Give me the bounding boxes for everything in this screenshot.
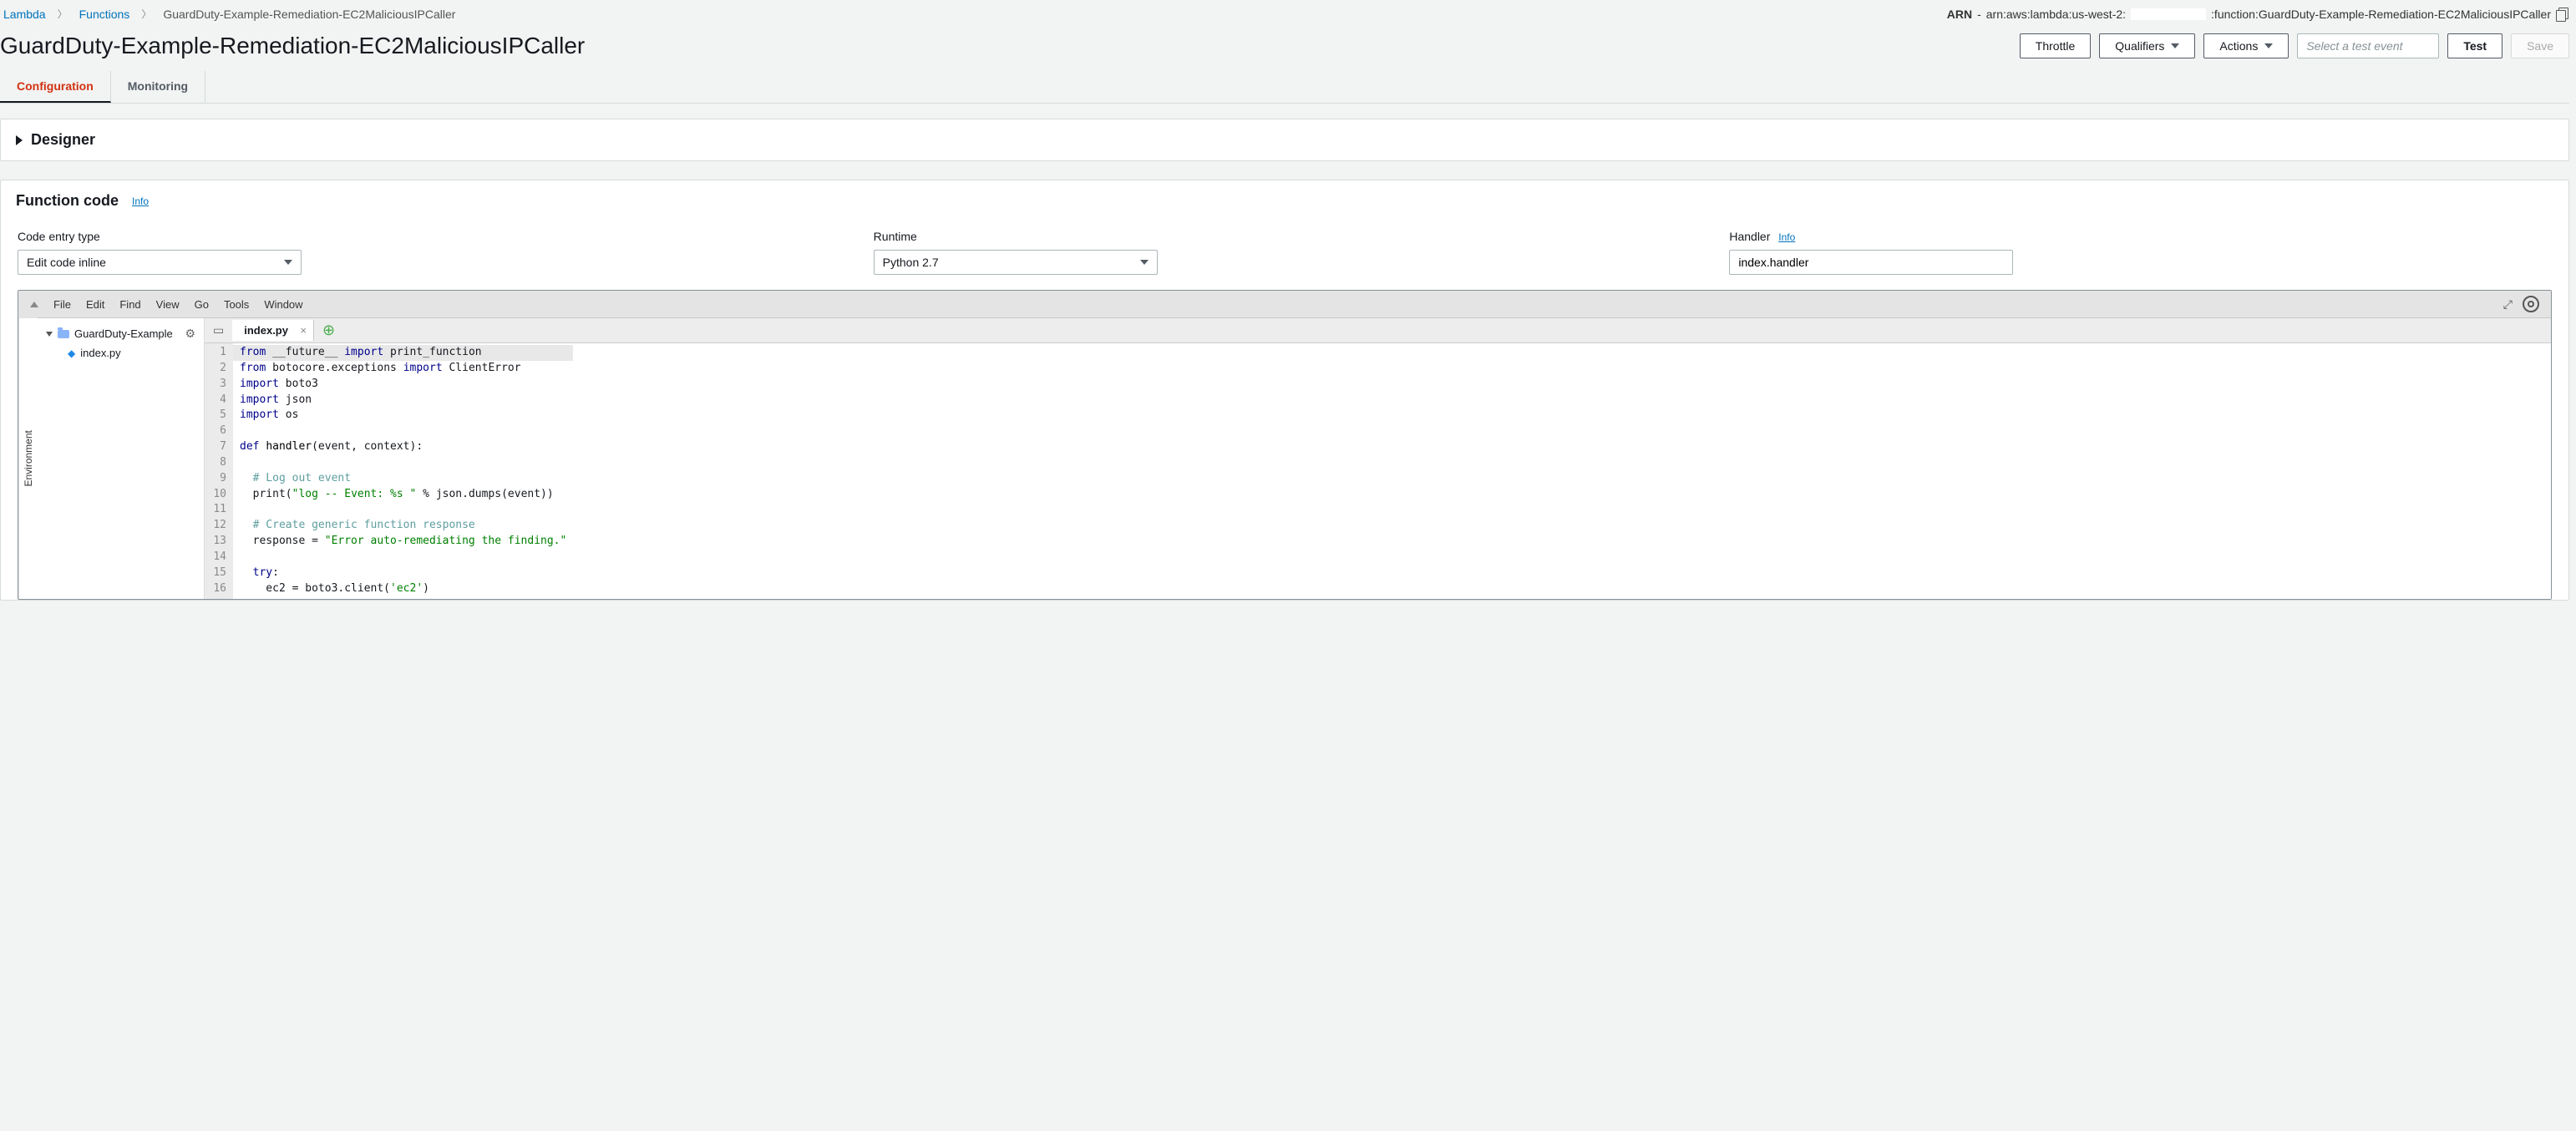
gear-icon[interactable]: ⚙	[185, 327, 195, 341]
python-file-icon: ◆	[68, 347, 75, 359]
breadcrumb-current: GuardDuty-Example-Remediation-EC2Malicio…	[163, 8, 455, 21]
menu-edit[interactable]: Edit	[86, 298, 104, 311]
tree-file-indexpy[interactable]: ◆ index.py	[44, 344, 197, 362]
throttle-button[interactable]: Throttle	[2020, 33, 2091, 58]
environment-panel-tab[interactable]: Environment	[18, 318, 38, 599]
designer-title: Designer	[31, 131, 95, 149]
code-editor[interactable]: 12345678910111213141516 from __future__ …	[205, 343, 2551, 599]
breadcrumb-functions[interactable]: Functions	[79, 8, 130, 21]
arn-label: ARN	[1947, 8, 1972, 21]
fullscreen-icon[interactable]: ⤢	[2503, 297, 2511, 312]
menu-tools[interactable]: Tools	[224, 298, 249, 311]
tab-monitoring[interactable]: Monitoring	[111, 71, 205, 103]
code-entry-type-select[interactable]: Edit code inline	[18, 250, 302, 275]
editor-tab-indexpy[interactable]: index.py ×	[232, 320, 314, 341]
folder-icon	[58, 330, 69, 338]
caret-down-icon	[46, 332, 53, 337]
arn-prefix: arn:aws:lambda:us-west-2:	[1986, 8, 2126, 21]
test-button[interactable]: Test	[2447, 33, 2502, 58]
caret-down-icon	[2171, 43, 2179, 48]
function-code-title: Function code	[16, 192, 119, 210]
actions-button[interactable]: Actions	[2203, 33, 2289, 58]
chevron-right-icon: 〉	[141, 7, 151, 21]
menu-window[interactable]: Window	[264, 298, 302, 311]
breadcrumb-lambda[interactable]: Lambda	[3, 8, 46, 21]
code-entry-type-label: Code entry type	[18, 230, 840, 243]
caret-down-icon	[2264, 43, 2273, 48]
menu-file[interactable]: File	[53, 298, 71, 311]
handler-input[interactable]	[1729, 250, 2013, 275]
menu-find[interactable]: Find	[119, 298, 140, 311]
copy-icon[interactable]	[2556, 8, 2569, 21]
arn-redacted	[2131, 8, 2206, 20]
handler-info-link[interactable]: Info	[1778, 231, 1795, 243]
tree-root-folder[interactable]: GuardDuty-Example ⚙	[44, 323, 197, 344]
test-event-select[interactable]: Select a test event	[2297, 33, 2439, 58]
breadcrumb: Lambda 〉 Functions 〉 GuardDuty-Example-R…	[0, 7, 455, 21]
arn-suffix: :function:GuardDuty-Example-Remediation-…	[2211, 8, 2551, 21]
caret-down-icon	[284, 260, 292, 265]
arn-display: ARN - arn:aws:lambda:us-west-2: :functio…	[1947, 8, 2569, 21]
add-tab-button[interactable]: ⊕	[314, 322, 343, 339]
chevron-right-icon: 〉	[58, 7, 68, 21]
page-title: GuardDuty-Example-Remediation-EC2Malicio…	[0, 33, 585, 59]
collapse-editor-icon[interactable]	[30, 302, 38, 307]
function-code-info-link[interactable]: Info	[132, 195, 149, 207]
runtime-select[interactable]: Python 2.7	[874, 250, 1158, 275]
runtime-label: Runtime	[874, 230, 1696, 243]
save-button: Save	[2511, 33, 2569, 58]
tab-configuration[interactable]: Configuration	[0, 71, 111, 103]
qualifiers-button[interactable]: Qualifiers	[2099, 33, 2195, 58]
expand-designer-icon[interactable]	[16, 135, 23, 145]
caret-down-icon	[1140, 260, 1149, 265]
readonly-icon: ▭	[205, 323, 232, 337]
menu-view[interactable]: View	[156, 298, 180, 311]
gear-icon[interactable]	[2523, 296, 2539, 312]
handler-label: Handler Info	[1729, 230, 2552, 243]
menu-go[interactable]: Go	[195, 298, 209, 311]
close-tab-icon[interactable]: ×	[300, 324, 307, 337]
